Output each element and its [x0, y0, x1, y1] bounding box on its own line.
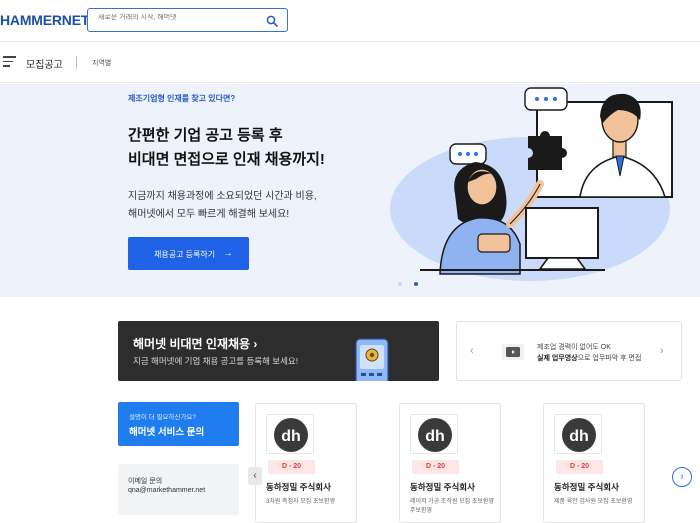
promo-line-2-rest: 으로 업무파악 후 면접 — [577, 355, 642, 362]
register-job-post-label: 채용공고 등록하기 — [154, 250, 216, 259]
phone-icon — [355, 338, 389, 381]
deadline-badge: D - 20 — [412, 460, 459, 474]
job-card[interactable]: dh D - 20 동하정밀 주식회사 레이저 가공 조작원 모집 초보환영 주… — [399, 403, 501, 523]
service-inquiry-title: 해머넷 서비스 문의 — [129, 427, 205, 438]
email-inquiry: 이메일 문의 qna@markethammer.net — [118, 464, 239, 515]
svg-text:dh: dh — [425, 428, 445, 445]
chevron-left-icon[interactable]: ‹ — [470, 345, 474, 357]
company-name: 동하정밀 주식회사 — [554, 482, 619, 492]
hero-description: 지금까지 채용과정에 소요되었던 시간과 비용, 해머넷에서 모두 빠르게 해결… — [128, 188, 317, 224]
work-video-promo[interactable]: ‹ 제조업 경력이 없어도 OK 실제 업무영상으로 업무파악 후 면접 › — [456, 321, 682, 381]
job-card[interactable]: dh D - 20 동하정밀 주식회사 제품 육안 검사원 모집 초보환영 — [543, 403, 645, 523]
company-logo: dh — [554, 414, 602, 454]
hero-description-line-1: 지금까지 채용과정에 소요되었던 시간과 비용, — [128, 191, 317, 202]
search-bar[interactable] — [87, 8, 288, 32]
job-title: 제품 육안 검사원 모집 초보환영 — [554, 499, 633, 505]
promo-line-2-bold: 실제 업무영상 — [537, 355, 578, 362]
hero-description-line-2: 해머넷에서 모두 빠르게 해결해 보세요! — [128, 209, 290, 220]
service-inquiry-button[interactable]: 설명이 더 필요하신가요? 해머넷 서비스 문의 — [118, 402, 239, 446]
nav-divider — [76, 56, 77, 69]
company-logo: dh — [266, 414, 314, 454]
hamburger-menu-icon[interactable] — [3, 56, 16, 68]
company-name: 동하정밀 주식회사 — [266, 482, 331, 492]
page-title: 모집공고 — [26, 60, 63, 71]
hero-headline: 간편한 기업 공고 등록 후 비대면 면접으로 인재 채용까지! — [128, 124, 325, 172]
chevron-right-icon[interactable]: › — [660, 345, 664, 357]
company-name: 동하정밀 주식회사 — [410, 482, 475, 492]
video-interview-illustration — [390, 87, 673, 281]
svg-text:dh: dh — [281, 428, 301, 445]
carousel-prev-button[interactable]: ‹ — [248, 467, 262, 485]
job-card[interactable]: dh D - 20 동하정밀 주식회사 3차원 측정자 모집 초보환영 — [255, 403, 357, 523]
deadline-badge: D - 20 — [556, 460, 603, 474]
register-job-post-button[interactable]: 채용공고 등록하기 → — [128, 237, 249, 270]
hero-banner: 제조기업형 인재를 찾고 있다면? 간편한 기업 공고 등록 후 비대면 면접으… — [0, 84, 700, 297]
sub-navigation: 모집공고 지역별 — [0, 43, 700, 83]
carousel-next-button[interactable]: › — [672, 467, 692, 487]
hero-eyebrow: 제조기업형 인재를 찾고 있다면? — [128, 94, 236, 103]
hero-headline-line-2: 비대면 면접으로 인재 채용까지! — [128, 151, 325, 168]
remote-hiring-banner-title: 해머넷 비대면 인재채용 › — [133, 337, 258, 351]
top-header: HAMMERNET — [0, 0, 700, 42]
search-icon[interactable] — [266, 15, 278, 27]
search-input[interactable] — [98, 14, 258, 21]
email-inquiry-label: 이메일 문의 — [128, 478, 163, 485]
company-logo: dh — [410, 414, 458, 454]
email-address-link[interactable]: qna@markethammer.net — [128, 487, 205, 494]
svg-text:dh: dh — [569, 428, 589, 445]
deadline-badge: D - 20 — [268, 460, 315, 474]
hammernet-logo[interactable]: HAMMERNET — [0, 12, 89, 28]
hero-headline-line-1: 간편한 기업 공고 등록 후 — [128, 127, 283, 144]
job-title: 3차원 측정자 모집 초보환영 — [266, 499, 336, 505]
promo-line-1: 제조업 경력이 없어도 OK — [537, 344, 611, 351]
remote-hiring-banner-subtitle: 지금 해머넷에 기업 채용 공고를 등록해 보세요! — [133, 356, 299, 366]
arrow-right-icon: → — [223, 248, 233, 259]
video-icon — [502, 344, 524, 360]
promo-line-2: 실제 업무영상으로 업무파악 후 면접 — [537, 353, 641, 363]
region-filter-link[interactable]: 지역별 — [92, 58, 111, 68]
remote-hiring-banner[interactable]: 해머넷 비대면 인재채용 › 지금 해머넷에 기업 채용 공고를 등록해 보세요… — [118, 321, 439, 381]
service-inquiry-caption: 설명이 더 필요하신가요? — [129, 414, 197, 421]
job-title: 레이저 가공 조작원 모집 초보환영 주보환영 — [410, 499, 494, 514]
